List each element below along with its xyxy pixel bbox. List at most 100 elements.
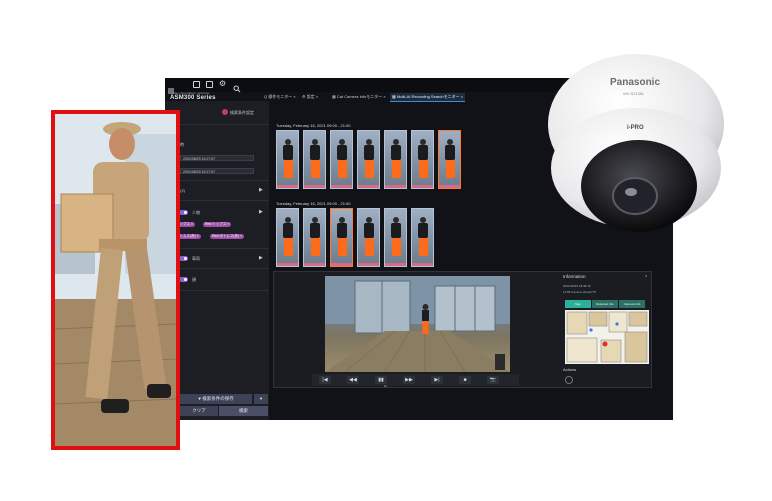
chevron-right-icon[interactable]: ▶ — [259, 187, 263, 193]
thumbnail-torso — [445, 145, 455, 160]
stop-button[interactable]: ■ — [459, 376, 471, 384]
chevron-right-icon[interactable]: ▶ — [259, 209, 263, 215]
tab-close-icon[interactable]: × — [316, 94, 318, 99]
thumbnail-legs — [392, 160, 401, 178]
gear-icon[interactable]: ⚙ — [219, 80, 226, 88]
divider — [165, 200, 269, 201]
floor-plan — [566, 311, 648, 363]
face-toggle[interactable] — [179, 277, 188, 282]
result-row — [276, 130, 466, 190]
fast-forward-button[interactable]: ▶▶ — [403, 376, 415, 384]
thumbnail-torso — [418, 145, 428, 160]
tab-settings[interactable]: ⚙ 設定 × — [300, 93, 320, 101]
save-conditions-button[interactable]: ♥ 検索条件の保存 — [180, 394, 252, 404]
thumbnail-legs — [338, 238, 347, 256]
tab-close-icon[interactable]: × — [461, 94, 463, 99]
divider — [165, 248, 269, 249]
actions-label: Actions — [563, 367, 577, 372]
result-group-date: Tuesday, February 16, 2021 09:00 - 21:00 — [276, 123, 351, 128]
chevron-right-icon[interactable]: ▶ — [259, 255, 263, 261]
thumbnail-bar — [277, 185, 298, 188]
heart-icon: ♥ — [198, 396, 201, 401]
divider — [165, 268, 269, 269]
thumbnail-legs — [419, 238, 428, 256]
thumbnail-torso — [391, 223, 401, 238]
camera-model: WV-S2136L — [623, 91, 645, 96]
tab-close-icon[interactable]: × — [383, 94, 385, 99]
tab-operation-monitor[interactable]: Q 操作モニター × — [262, 93, 298, 101]
result-thumbnail[interactable] — [276, 208, 299, 267]
result-group-date: Tuesday, February 16, 2021 09:00 - 21:00 — [276, 201, 351, 206]
person-toggle[interactable] — [179, 210, 188, 215]
thumbnail-bar — [358, 185, 379, 188]
result-row — [276, 208, 446, 268]
monitor-icon[interactable] — [193, 81, 200, 88]
tab-multi-ai-search[interactable]: ▦ Multi-AI Recording Searchモニター × — [390, 93, 466, 102]
thumbnail-torso — [364, 145, 374, 160]
add-condition-icon[interactable] — [222, 109, 228, 115]
divider — [165, 124, 269, 125]
tab-detected-info[interactable]: Detected Info — [592, 300, 618, 308]
result-thumbnail[interactable] — [303, 130, 326, 189]
result-thumbnail[interactable] — [330, 208, 353, 267]
action-icon[interactable] — [565, 376, 573, 384]
thumbnail-torso — [283, 223, 293, 238]
thumbnail-torso — [418, 223, 428, 238]
dome-camera: Panasonic WV-S2136L i-PRO — [545, 48, 727, 238]
thumbnail-bar — [412, 185, 433, 188]
result-thumbnail[interactable] — [411, 130, 434, 189]
tab-map[interactable]: Map — [565, 300, 591, 308]
thumbnail-legs — [365, 160, 374, 178]
thumbnail-bar — [358, 263, 379, 266]
save-menu-button[interactable]: ▾ — [254, 394, 268, 404]
camera-scene — [325, 276, 510, 372]
thumbnail-bar — [331, 185, 352, 188]
face-section-label: 顔 — [192, 277, 196, 282]
search-button[interactable]: 検索 — [219, 406, 268, 416]
floor-map[interactable] — [565, 310, 649, 364]
result-thumbnail[interactable] — [303, 208, 326, 267]
time-section-label: 時 — [180, 142, 184, 147]
filter-tag[interactable]: Red トップス × — [203, 222, 232, 227]
clear-button[interactable]: クリア — [180, 406, 218, 416]
video-frame[interactable] — [325, 276, 510, 372]
delivery-person-photo — [51, 110, 180, 450]
thumbnail-torso — [391, 145, 401, 160]
camera-brand: Panasonic — [610, 77, 661, 88]
search-condition-link[interactable]: 検索条件設定 — [230, 110, 254, 116]
result-thumbnail[interactable] — [384, 208, 407, 267]
result-thumbnail[interactable] — [357, 130, 380, 189]
close-icon[interactable]: × — [645, 273, 647, 278]
person-section-label: 人物 — [192, 210, 200, 215]
result-thumbnail[interactable] — [384, 130, 407, 189]
filter-tag[interactable]: Red ボトムス(赤) × — [210, 234, 245, 239]
tab-camera-info[interactable]: Camera Info — [619, 300, 645, 308]
result-thumbnail[interactable] — [330, 130, 353, 189]
thumbnail-torso — [337, 145, 347, 160]
camera-badge: i-PRO — [627, 125, 644, 131]
info-camera: 11:58 Camera (Area)776 — [563, 290, 596, 294]
vehicle-section-label: 車両 — [192, 256, 200, 261]
result-thumbnail[interactable] — [276, 130, 299, 189]
vehicle-toggle[interactable] — [179, 256, 188, 261]
time-from-field[interactable]: 2021/08/29 13:27:07 — [180, 155, 254, 161]
thumbnail-torso — [337, 223, 347, 238]
thumbnail-legs — [311, 238, 320, 256]
result-thumbnail[interactable] — [357, 208, 380, 267]
thumbnail-bar — [277, 263, 298, 266]
rewind-button[interactable]: ◀◀ — [347, 376, 359, 384]
tab-close-icon[interactable]: × — [293, 94, 295, 99]
snapshot-button[interactable]: 📷 — [487, 376, 499, 384]
layout-icon[interactable] — [206, 81, 213, 88]
pause-button[interactable]: ▮▮ — [375, 376, 387, 384]
search-icon[interactable] — [233, 80, 241, 98]
thumbnail-torso — [364, 223, 374, 238]
skip-forward-button[interactable]: ▶| — [431, 376, 443, 384]
result-thumbnail[interactable] — [438, 130, 461, 189]
delivery-person-illustration — [55, 114, 176, 446]
tab-cat-camera-info[interactable]: ▦ Cat Camera Infoモニター × — [330, 93, 388, 101]
time-to-field[interactable]: 2021/08/29 13:27:07 — [180, 168, 254, 174]
hamburger-menu-icon[interactable] — [168, 81, 174, 94]
result-thumbnail[interactable] — [411, 208, 434, 267]
skip-back-button[interactable]: |◀ — [319, 376, 331, 384]
